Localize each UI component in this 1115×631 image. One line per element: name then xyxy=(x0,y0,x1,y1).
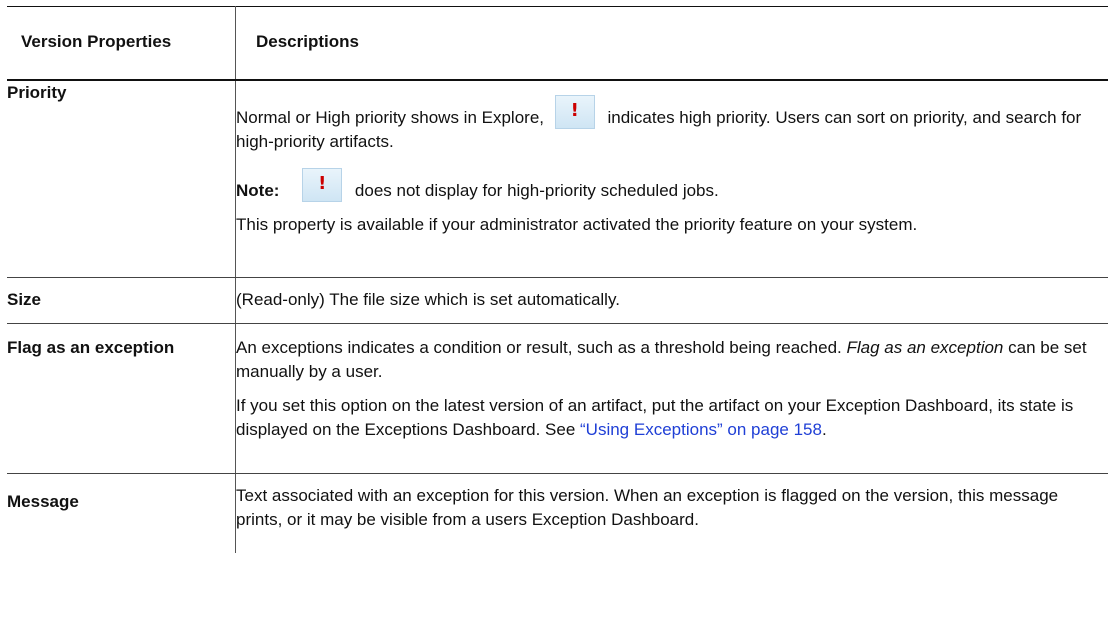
table-row-size: Size (Read-only) The file size which is … xyxy=(7,277,1108,324)
table-header-row: Version Properties Descriptions xyxy=(7,6,1108,81)
header-descriptions: Descriptions xyxy=(235,6,1108,81)
property-priority: Priority xyxy=(7,80,236,278)
table-row-message: Message Text associated with an exceptio… xyxy=(7,473,1108,553)
table-row-priority: Priority Normal or High priority shows i… xyxy=(7,80,1108,278)
property-size: Size xyxy=(7,277,236,324)
description-flag-as-exception: An exceptions indicates a condition or r… xyxy=(235,323,1108,474)
high-priority-icon: ! xyxy=(554,95,595,129)
flag-paragraph-2: If you set this option on the latest ver… xyxy=(236,395,1074,439)
flag-paragraph-1: An exceptions indicates a condition or r… xyxy=(236,337,1087,381)
header-version-properties: Version Properties xyxy=(7,6,236,81)
using-exceptions-link[interactable]: “Using Exceptions” on page 158 xyxy=(580,420,822,439)
priority-note: Note: ! does not display for high-priori… xyxy=(236,168,1108,203)
description-priority: Normal or High priority shows in Explore… xyxy=(235,80,1108,278)
version-properties-table: Version Properties Descriptions Priority… xyxy=(7,6,1108,553)
high-priority-icon: ! xyxy=(302,168,343,202)
priority-paragraph: Normal or High priority shows in Explore… xyxy=(236,95,1108,154)
description-size: (Read-only) The file size which is set a… xyxy=(235,277,1108,324)
property-flag-as-exception: Flag as an exception xyxy=(7,323,236,474)
table-row-flag-exception: Flag as an exception An exceptions indic… xyxy=(7,323,1108,474)
priority-availability-text: This property is available if your admin… xyxy=(236,215,918,234)
property-message: Message xyxy=(7,473,236,553)
description-message: Text associated with an exception for th… xyxy=(236,485,1059,529)
